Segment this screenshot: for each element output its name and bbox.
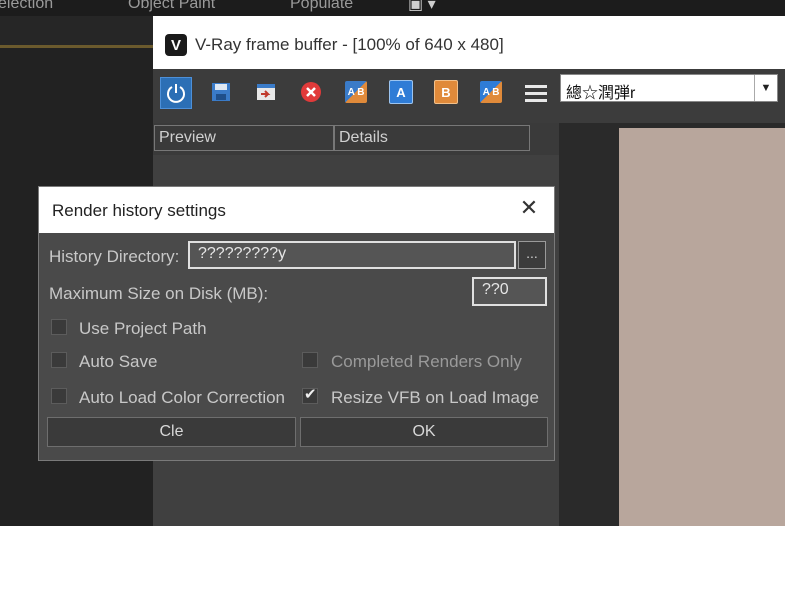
clear-image-button[interactable]	[296, 77, 326, 107]
ab-compare-button[interactable]: A B	[341, 77, 371, 107]
blank-area	[0, 526, 785, 601]
history-directory-input[interactable]: ?????????y	[188, 241, 516, 269]
dialog-title: Render history settings	[52, 201, 226, 220]
ab-compare-icon: A B	[345, 81, 367, 103]
auto-load-color-correction-label: Auto Load Color Correction	[79, 388, 286, 407]
menu-item-populate[interactable]: Populate	[290, 0, 353, 13]
vfb-toolbar: A B A B A B 總☆潤弾r ▼	[153, 69, 785, 123]
browse-button[interactable]: ...	[518, 241, 546, 269]
floppy-disk-icon	[212, 83, 230, 101]
completed-renders-only-label: Completed Renders Only	[331, 352, 522, 371]
max-size-input[interactable]: ??0	[472, 277, 547, 306]
power-icon	[167, 84, 185, 103]
use-project-path-checkbox[interactable]	[51, 319, 67, 335]
vfb-titlebar[interactable]: V V-Ray frame buffer - [100% of 640 x 48…	[153, 23, 785, 69]
vfb-title: V-Ray frame buffer - [100% of 640 x 480]	[195, 35, 504, 54]
set-b-button[interactable]: B	[431, 77, 461, 107]
resize-vfb-on-load-image-checkbox[interactable]	[302, 385, 318, 404]
channel-select[interactable]: 總☆潤弾r ▼	[560, 74, 778, 102]
use-project-path-label: Use Project Path	[79, 319, 207, 338]
dropdown-icon[interactable]: ▣ ▾	[408, 0, 436, 14]
history-directory-label: History Directory:	[49, 247, 180, 266]
b-icon: B	[434, 80, 458, 104]
set-a-button[interactable]: A	[386, 77, 416, 107]
chevron-down-icon[interactable]: ▼	[754, 75, 777, 101]
rendered-image	[619, 128, 785, 526]
tab-details[interactable]: Details	[334, 125, 530, 151]
max-size-label: Maximum Size on Disk (MB):	[49, 284, 269, 303]
auto-load-color-correction-checkbox[interactable]	[51, 388, 67, 404]
save-button[interactable]	[206, 77, 236, 107]
auto-save-checkbox[interactable]	[51, 352, 67, 368]
swap-ab-icon: A B	[480, 81, 502, 103]
auto-save-label: Auto Save	[79, 352, 158, 371]
dialog-titlebar[interactable]: Render history settings ✕	[39, 187, 554, 233]
close-icon[interactable]: ✕	[518, 197, 540, 219]
menu-item-object-paint[interactable]: Object Paint	[128, 0, 215, 13]
max-ribbon-strip	[0, 16, 153, 48]
swap-ab-button[interactable]: A B	[476, 77, 506, 107]
close-circle-icon	[301, 82, 321, 102]
a-icon: A	[389, 80, 413, 104]
clear-button[interactable]: Cle	[47, 417, 296, 447]
render-history-settings-dialog: Render history settings ✕ History Direct…	[38, 186, 555, 461]
ok-button[interactable]: OK	[300, 417, 548, 447]
load-image-button[interactable]	[251, 77, 281, 107]
load-image-icon	[257, 84, 275, 100]
render-viewport	[559, 123, 785, 526]
tab-preview[interactable]: Preview	[154, 125, 334, 151]
completed-renders-only-checkbox[interactable]	[302, 352, 318, 368]
channel-select-value: 總☆潤弾r	[566, 85, 636, 102]
max-menu-bar: election Object Paint Populate ▣ ▾	[0, 0, 785, 16]
menu-icon[interactable]	[525, 85, 547, 106]
resize-vfb-on-load-image-label: Resize VFB on Load Image	[331, 388, 539, 407]
vray-logo-icon: V	[165, 34, 187, 56]
power-button[interactable]	[160, 77, 192, 109]
menu-item-selection[interactable]: election	[0, 0, 53, 13]
